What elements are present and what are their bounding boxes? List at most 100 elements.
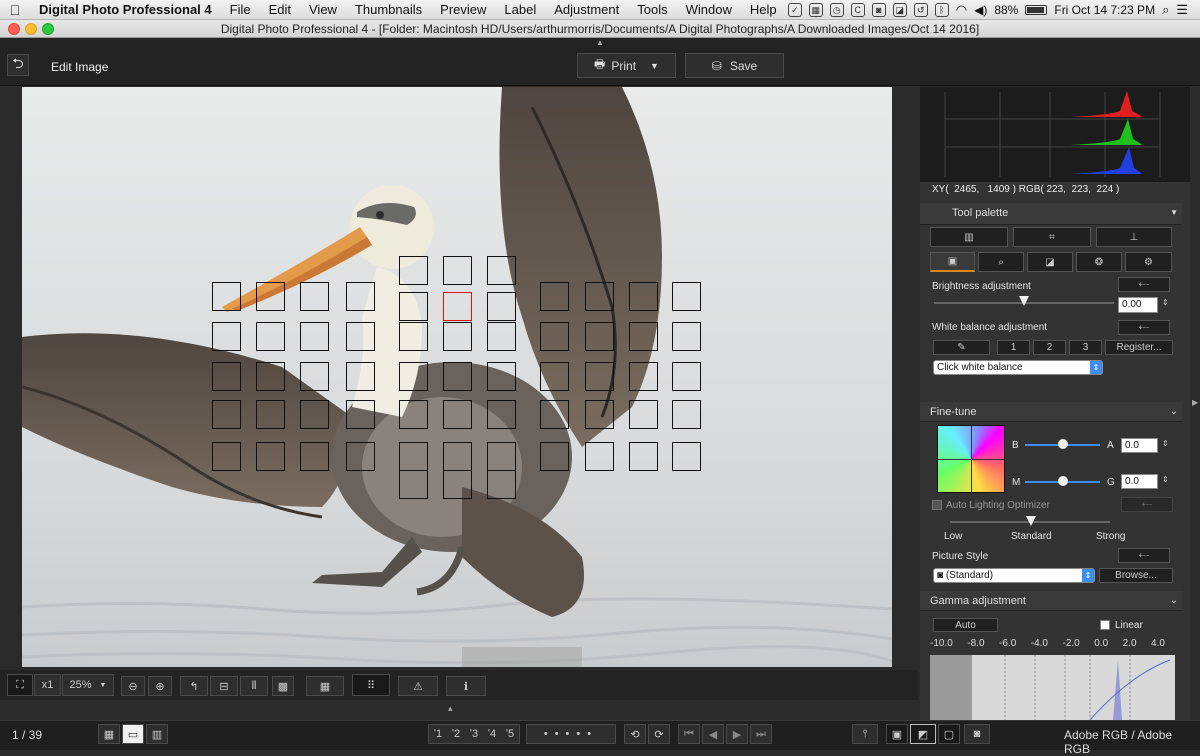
view-filmstrip-button[interactable]: ▥ bbox=[146, 724, 168, 744]
browse-button[interactable]: Browse... bbox=[1099, 568, 1173, 583]
compare-button[interactable]: ⫴ bbox=[240, 676, 268, 696]
bluetooth-icon[interactable]: ᛒ bbox=[934, 2, 949, 17]
linear-checkbox[interactable] bbox=[1100, 620, 1110, 630]
back-button[interactable]: ⮌ bbox=[7, 54, 29, 76]
g-value-field[interactable]: 0.0 bbox=[1121, 474, 1158, 489]
gamma-auto-button[interactable]: Auto bbox=[933, 618, 998, 632]
battery-icon[interactable] bbox=[1025, 4, 1048, 15]
wb-preset-1[interactable]: 1 bbox=[997, 340, 1030, 355]
basic-image-palette-button[interactable]: ▥ bbox=[930, 227, 1008, 247]
rotate-right-button[interactable]: ⟳ bbox=[648, 724, 670, 744]
collapse-icon[interactable]: ⌄ bbox=[1170, 402, 1178, 422]
menu-adjustment[interactable]: Adjustment bbox=[545, 2, 628, 17]
collapse-icon[interactable]: ⌄ bbox=[1170, 591, 1178, 611]
last-image-button[interactable]: ⏭ bbox=[750, 724, 772, 744]
menu-file[interactable]: File bbox=[221, 2, 260, 17]
panel-layout-3-button[interactable]: ▢ bbox=[938, 724, 960, 744]
tray-app-icon[interactable]: ◙ bbox=[871, 2, 886, 17]
menu-tools[interactable]: Tools bbox=[628, 2, 676, 17]
crop-palette-button[interactable]: ⌗ bbox=[1013, 227, 1091, 247]
info-button[interactable]: ℹ bbox=[446, 676, 486, 696]
zoom-select[interactable]: 25% ▼ bbox=[62, 674, 114, 696]
wifi-icon[interactable]: ◠ bbox=[956, 2, 967, 18]
ba-slider-thumb[interactable] bbox=[1058, 439, 1068, 449]
print-button[interactable]: 🖶 Print ▼ bbox=[577, 53, 676, 78]
stamp-palette-button[interactable]: ⊥ bbox=[1096, 227, 1172, 247]
volume-icon[interactable]: ◀) bbox=[974, 3, 987, 17]
prev-image-button[interactable]: ◀ bbox=[702, 724, 724, 744]
label-dots[interactable]: ••••• bbox=[526, 724, 616, 744]
wb-preset-2[interactable]: 2 bbox=[1033, 340, 1066, 355]
wb-preset-3[interactable]: 3 bbox=[1069, 340, 1102, 355]
wb-register-button[interactable]: Register... bbox=[1105, 340, 1173, 355]
rating-5[interactable]: ʹ5 bbox=[506, 728, 514, 740]
zoom-window-button[interactable] bbox=[42, 23, 54, 35]
tab-settings[interactable]: ⚙ bbox=[1125, 252, 1172, 272]
close-window-button[interactable] bbox=[8, 23, 20, 35]
rating-1[interactable]: ʹ1 bbox=[434, 728, 442, 740]
white-balance-reset-button[interactable]: ⤎ bbox=[1118, 320, 1170, 335]
rating-4[interactable]: ʹ4 bbox=[488, 728, 496, 740]
apple-icon[interactable]:  bbox=[0, 2, 30, 18]
film-icon[interactable]: ▦ bbox=[808, 2, 823, 17]
alo-checkbox[interactable] bbox=[932, 500, 942, 510]
alo-reset-button[interactable]: ⤎ bbox=[1121, 497, 1173, 512]
tray-app2-icon[interactable]: ◪ bbox=[892, 2, 907, 17]
brightness-reset-button[interactable]: ⤎ bbox=[1118, 277, 1170, 292]
highlight-warning-button[interactable]: ⚠ bbox=[398, 676, 438, 696]
tab-color[interactable]: ❂ bbox=[1076, 252, 1122, 272]
menu-app-name[interactable]: Digital Photo Professional 4 bbox=[30, 2, 221, 17]
collapse-toolbar-icon[interactable]: ▲ bbox=[596, 38, 604, 47]
brightness-value-field[interactable]: 0.00 bbox=[1118, 297, 1158, 313]
rotate-button[interactable]: ↰ bbox=[180, 676, 208, 696]
panel-layout-1-button[interactable]: ▣ bbox=[886, 724, 908, 744]
next-image-button[interactable]: ▶ bbox=[726, 724, 748, 744]
panel-layout-2-button[interactable]: ◩ bbox=[910, 724, 936, 744]
gamma-header[interactable]: Gamma adjustment ⌄ bbox=[920, 591, 1182, 611]
tab-tone-curve[interactable]: ◪ bbox=[1027, 252, 1073, 272]
color-fine-tune-grid[interactable] bbox=[937, 425, 1005, 493]
view-single-button[interactable]: ▭ bbox=[122, 724, 144, 744]
zoom-x1-button[interactable]: x1 bbox=[34, 674, 61, 696]
clock-icon[interactable]: ◷ bbox=[829, 2, 844, 17]
chevron-down-icon[interactable]: ▼ bbox=[650, 61, 659, 71]
rating-3[interactable]: ʹ3 bbox=[470, 728, 478, 740]
menu-preview[interactable]: Preview bbox=[431, 2, 495, 17]
panel-arrow-icon[interactable]: ▶ bbox=[1192, 398, 1198, 407]
tab-detail[interactable]: ⌕ bbox=[978, 252, 1024, 272]
notification-center-icon[interactable]: ☰ bbox=[1176, 2, 1188, 18]
picture-style-reset-button[interactable]: ⤎ bbox=[1118, 548, 1170, 563]
menu-view[interactable]: View bbox=[300, 2, 346, 17]
fine-tune-header[interactable]: Fine-tune ⌄ bbox=[920, 402, 1182, 422]
menu-label[interactable]: Label bbox=[495, 2, 545, 17]
zoom-in-button[interactable]: ⊕ bbox=[148, 676, 172, 696]
a-value-field[interactable]: 0.0 bbox=[1121, 438, 1158, 453]
af-point-button[interactable]: ⠿ bbox=[352, 674, 390, 696]
zoom-out-button[interactable]: ⊖ bbox=[121, 676, 145, 696]
spotlight-icon[interactable]: ⌕ bbox=[1162, 2, 1169, 18]
grid-button[interactable]: ▦ bbox=[306, 676, 344, 696]
rating-2[interactable]: ʹ2 bbox=[452, 728, 460, 740]
eyedropper-button[interactable]: ✎ bbox=[933, 340, 990, 355]
fit-to-window-button[interactable]: ⛶ bbox=[7, 674, 33, 696]
sync-button[interactable]: ▩ bbox=[272, 676, 294, 696]
tab-basic-adjustment[interactable]: ▣ bbox=[930, 252, 975, 272]
drag-handle-icon[interactable]: ▴ bbox=[448, 703, 453, 714]
minimize-window-button[interactable] bbox=[25, 23, 37, 35]
tool-palette-header[interactable]: Tool palette ▼ bbox=[920, 203, 1182, 225]
filter-button[interactable]: ⫯ bbox=[852, 724, 878, 744]
time-machine-icon[interactable]: ↺ bbox=[913, 2, 928, 17]
menu-clock[interactable]: Fri Oct 14 7:23 PM bbox=[1054, 3, 1155, 17]
view-grid-button[interactable]: ▦ bbox=[98, 724, 120, 744]
rotate-left-button[interactable]: ⟲ bbox=[624, 724, 646, 744]
copyright-icon[interactable]: C bbox=[850, 2, 865, 17]
first-image-button[interactable]: ⏮ bbox=[678, 724, 700, 744]
stepper-icon[interactable]: ⇕ bbox=[1162, 439, 1169, 448]
menu-thumbnails[interactable]: Thumbnails bbox=[346, 2, 431, 17]
menu-help[interactable]: Help bbox=[741, 2, 786, 17]
menu-window[interactable]: Window bbox=[677, 2, 741, 17]
picture-style-select[interactable]: ◙ (Standard) ⇕ bbox=[933, 568, 1095, 583]
menu-edit[interactable]: Edit bbox=[260, 2, 300, 17]
stepper-icon[interactable]: ⇕ bbox=[1162, 475, 1169, 484]
brightness-slider-thumb[interactable] bbox=[1019, 296, 1029, 306]
